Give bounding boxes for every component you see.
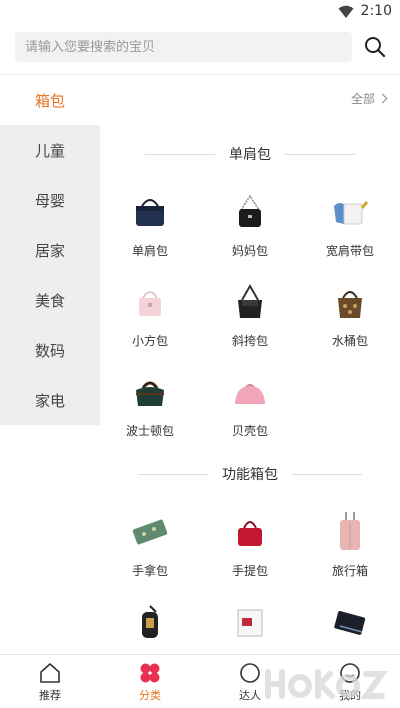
category-item[interactable]: 手提包 bbox=[200, 498, 300, 588]
shoulder-bag-grid: 单肩包 妈妈包 宽肩带包 小方包 斜挎包 水桶包 波士顿包 贝壳包 bbox=[100, 178, 400, 448]
sidebar-item-maternity[interactable]: 母婴 bbox=[0, 175, 100, 225]
navy-shoulder-bag-icon bbox=[127, 190, 173, 234]
category-icon bbox=[140, 663, 160, 682]
category-item-label: 贝壳包 bbox=[231, 424, 268, 438]
view-all-label: 全部 bbox=[350, 92, 375, 106]
search-box[interactable] bbox=[15, 32, 352, 62]
category-item[interactable]: 水桶包 bbox=[300, 268, 400, 358]
section-title-text: 功能箱包 bbox=[222, 467, 278, 483]
category-item[interactable]: 斜挎包 bbox=[200, 268, 300, 358]
title-line-left bbox=[145, 153, 215, 155]
title-line-right bbox=[292, 473, 362, 475]
monogram-bucket-bag-icon bbox=[327, 280, 373, 324]
red-handbag-icon bbox=[227, 510, 273, 554]
sidebar-item-home[interactable]: 居家 bbox=[0, 225, 100, 275]
title-line-left bbox=[138, 473, 208, 475]
category-item[interactable]: 宽肩带包 bbox=[300, 178, 400, 268]
category-item[interactable]: 波士顿包 bbox=[100, 358, 200, 448]
sidebar-item-bags[interactable]: 箱包 bbox=[0, 75, 100, 125]
category-item[interactable]: 单肩包 bbox=[100, 178, 200, 268]
status-bar: 2:10 bbox=[0, 0, 400, 24]
sidebar-list: 儿童 母婴 居家 美食 数码 家电 bbox=[0, 125, 100, 425]
nav-label: 分类 bbox=[139, 688, 161, 702]
search-icon[interactable] bbox=[364, 36, 386, 58]
black-crossbody-bag-icon bbox=[227, 280, 273, 324]
floral-clutch-icon bbox=[127, 510, 173, 554]
view-all-link[interactable]: 全部 bbox=[350, 90, 388, 107]
nav-label: 达人 bbox=[239, 688, 261, 702]
category-item-label: 妈妈包 bbox=[231, 244, 268, 258]
card-holder-icon bbox=[227, 600, 273, 644]
pink-shell-bag-icon bbox=[227, 370, 273, 414]
talent-icon bbox=[240, 662, 260, 683]
pink-suitcase-icon bbox=[327, 510, 373, 554]
section-title-shoulder: 单肩包 bbox=[100, 144, 400, 164]
pink-square-bag-icon bbox=[127, 280, 173, 324]
home-icon bbox=[40, 662, 60, 683]
sidebar-item-food[interactable]: 美食 bbox=[0, 275, 100, 325]
category-item[interactable]: 小方包 bbox=[100, 268, 200, 358]
status-time: 2:10 bbox=[360, 3, 392, 19]
strap-bag-icon bbox=[327, 190, 373, 234]
category-item-label: 手提包 bbox=[231, 564, 268, 578]
section-title-text: 单肩包 bbox=[229, 147, 271, 163]
category-item-label: 斜挎包 bbox=[231, 334, 268, 348]
sidebar-item-digital[interactable]: 数码 bbox=[0, 325, 100, 375]
sidebar-item-appliances[interactable]: 家电 bbox=[0, 375, 100, 425]
category-item-label: 水桶包 bbox=[331, 334, 368, 348]
chest-bag-icon bbox=[127, 600, 173, 644]
watermark-logo bbox=[265, 669, 388, 699]
category-item[interactable]: 妈妈包 bbox=[200, 178, 300, 268]
category-item-label: 单肩包 bbox=[131, 244, 168, 258]
category-item-label: 小方包 bbox=[131, 334, 168, 348]
functional-bag-grid: 手拿包 手提包 旅行箱 胸包 卡包 钱包 bbox=[100, 498, 400, 678]
category-item-label: 波士顿包 bbox=[125, 424, 174, 438]
nav-label: 推荐 bbox=[39, 688, 61, 702]
black-wallet-icon bbox=[327, 600, 373, 644]
category-item[interactable]: 旅行箱 bbox=[300, 498, 400, 588]
search-input[interactable] bbox=[15, 32, 352, 62]
category-item[interactable]: 手拿包 bbox=[100, 498, 200, 588]
category-item[interactable]: 贝壳包 bbox=[200, 358, 300, 448]
section-title-functional: 功能箱包 bbox=[100, 464, 400, 484]
wifi-icon bbox=[338, 5, 354, 18]
chevron-right-icon bbox=[377, 93, 388, 104]
category-item-label: 手拿包 bbox=[131, 564, 168, 578]
sidebar-item-children[interactable]: 儿童 bbox=[0, 125, 100, 175]
nav-item-recommend[interactable]: 推荐 bbox=[0, 655, 100, 708]
black-chain-bag-icon bbox=[227, 190, 273, 234]
category-item-label: 旅行箱 bbox=[331, 564, 368, 578]
title-line-right bbox=[285, 153, 355, 155]
category-item-label: 宽肩带包 bbox=[325, 244, 374, 258]
green-boston-bag-icon bbox=[127, 370, 173, 414]
category-sidebar: 箱包 儿童 母婴 居家 美食 数码 家电 bbox=[0, 75, 100, 425]
nav-item-category[interactable]: 分类 bbox=[100, 655, 200, 708]
